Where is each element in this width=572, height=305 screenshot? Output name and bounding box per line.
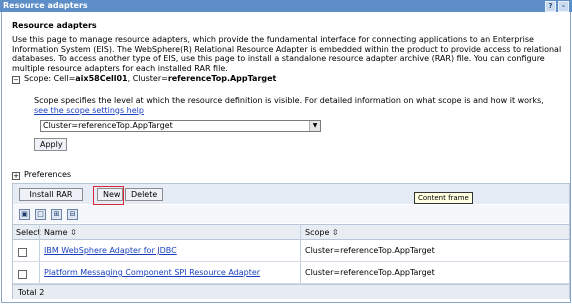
- collapse-toggle-icon[interactable]: −: [12, 76, 20, 84]
- column-name[interactable]: Name ⇳: [44, 228, 77, 237]
- scope-select-value: Cluster=referenceTop.AppTarget: [43, 121, 173, 130]
- table-toolbar: Install RAR New Delete Content frame: [13, 184, 569, 205]
- clear-filter-icon[interactable]: ⊟: [67, 209, 78, 220]
- adapter-scope: Cluster=referenceTop.AppTarget: [305, 268, 435, 277]
- adapter-name-link[interactable]: Platform Messaging Component SPI Resourc…: [44, 268, 260, 277]
- scope-cell: aix58Cell01: [75, 74, 128, 83]
- table-footer: Total 2: [13, 284, 569, 299]
- preferences-section[interactable]: + Preferences: [12, 170, 71, 180]
- scope-help-link[interactable]: see the scope settings help: [34, 106, 144, 115]
- total-count: Total 2: [18, 288, 45, 297]
- filter-icon[interactable]: ⊞: [51, 209, 62, 220]
- scope-label: Scope: Cell=: [24, 74, 76, 83]
- content-frame-tooltip: Content frame: [414, 192, 473, 204]
- window-controls: ? -: [543, 1, 569, 12]
- adapter-name-link[interactable]: IBM WebSphere Adapter for JDBC: [44, 246, 177, 255]
- preferences-label[interactable]: Preferences: [24, 170, 71, 179]
- help-button[interactable]: ?: [545, 1, 556, 12]
- page-description: Use this page to manage resource adapter…: [12, 35, 562, 73]
- scope-line: − Scope: Cell=aix58Cell01, Cluster=refere…: [12, 74, 276, 84]
- scope-cluster: referenceTop.AppTarget: [167, 74, 277, 83]
- page-title: Resource adapters: [12, 21, 97, 30]
- minimize-button[interactable]: -: [558, 1, 569, 12]
- resource-adapters-table: Install RAR New Delete Content frame ▣ □…: [12, 183, 570, 299]
- select-all-icon[interactable]: ▣: [19, 209, 30, 220]
- window-title: Resource adapters: [3, 1, 88, 10]
- window-titlebar: Resource adapters ? -: [0, 0, 572, 12]
- new-button[interactable]: New: [97, 188, 123, 201]
- scope-description-text: Scope specifies the level at which the r…: [34, 96, 544, 105]
- table-row: IBM WebSphere Adapter for JDBC Cluster=r…: [13, 240, 569, 262]
- delete-button[interactable]: Delete: [125, 188, 163, 201]
- icon-toolbar: ▣ □ ⊞ ⊟: [13, 205, 569, 223]
- row-checkbox[interactable]: [18, 248, 27, 257]
- chevron-down-icon[interactable]: ▼: [309, 121, 320, 131]
- scope-select[interactable]: Cluster=referenceTop.AppTarget ▼: [40, 120, 321, 132]
- scope-cluster-label: , Cluster=: [127, 74, 168, 83]
- install-rar-button[interactable]: Install RAR: [19, 188, 83, 201]
- table-header: Select Name ⇳ Scope ⇳: [13, 224, 569, 240]
- scope-description: Scope specifies the level at which the r…: [34, 96, 554, 115]
- table-row: Platform Messaging Component SPI Resourc…: [13, 262, 569, 284]
- column-scope[interactable]: Scope ⇳: [305, 228, 339, 237]
- deselect-all-icon[interactable]: □: [35, 209, 46, 220]
- expand-toggle-icon[interactable]: +: [12, 172, 20, 180]
- column-select: Select: [16, 228, 41, 237]
- row-checkbox[interactable]: [18, 270, 27, 279]
- apply-button[interactable]: Apply: [34, 138, 67, 151]
- adapter-scope: Cluster=referenceTop.AppTarget: [305, 246, 435, 255]
